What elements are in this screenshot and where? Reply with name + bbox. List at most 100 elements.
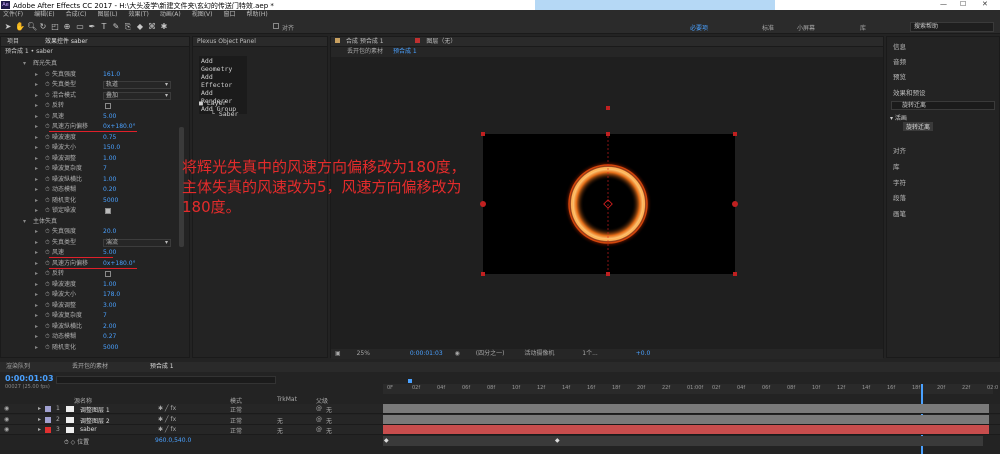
stopwatch-icon[interactable]: ⏱ xyxy=(45,185,50,196)
menu-item[interactable]: 视图(V) xyxy=(192,10,213,20)
property-value[interactable]: 5000 xyxy=(103,196,118,207)
plexus-panel-tab[interactable]: Plexus Object Panel xyxy=(193,37,327,47)
stopwatch-icon[interactable]: ⏱ xyxy=(45,175,50,186)
stopwatch-icon[interactable]: ⏱ xyxy=(45,133,50,144)
tab-layer[interactable]: 图层（无） xyxy=(426,38,456,45)
sub-property-value[interactable]: 960.0,540.0 xyxy=(155,437,191,444)
timeline-timecode[interactable]: 0:00:01:03 xyxy=(5,374,54,383)
text-tool-icon[interactable]: T xyxy=(100,22,108,31)
effect-property-row[interactable]: ▸ ⏱ 风速 5.00 xyxy=(1,112,183,123)
label-color-swatch[interactable] xyxy=(45,427,51,433)
effect-property-row[interactable]: ▸ ⏱ 噪波速度 1.00 xyxy=(1,280,183,291)
right-panel-item[interactable]: 预览 xyxy=(893,71,906,81)
preset-tree-item[interactable]: 旋转迁离 xyxy=(903,122,934,131)
menu-item[interactable]: 效果(T) xyxy=(129,10,149,20)
twirl-right-icon[interactable]: ▸ xyxy=(35,238,38,249)
keyframe-1[interactable]: ◆ xyxy=(384,437,389,444)
stopwatch-icon[interactable]: ⏱ xyxy=(45,301,50,312)
effect-property-row[interactable]: ▸ ⏱ 随机变化 5000 xyxy=(1,196,183,207)
workspace-essentials[interactable]: 必要项 xyxy=(690,23,708,32)
effect-property-row[interactable]: ▸ ⏱ 失真类型 湍流 ▾ xyxy=(1,238,183,249)
handle-tl[interactable] xyxy=(481,132,485,136)
parent-select[interactable]: 无 xyxy=(326,416,332,425)
property-checkbox[interactable] xyxy=(105,103,111,109)
zoom-tool-icon[interactable]: 🔍︎ xyxy=(27,22,37,31)
effect-property-row[interactable]: ▸ ⏱ 噪波纵横比 2.00 xyxy=(1,322,183,333)
comp-timecode[interactable]: 0:00:01:03 xyxy=(410,350,443,357)
layer-duration-bar[interactable] xyxy=(383,414,989,424)
timeline-search-input[interactable] xyxy=(56,376,276,384)
mask-tool-icon[interactable]: ▭ xyxy=(76,22,84,31)
property-value[interactable]: 2.00 xyxy=(103,322,116,333)
visibility-eye-icon[interactable]: ◉ xyxy=(4,416,9,423)
twirl-right-icon[interactable]: ▸ xyxy=(35,290,38,301)
selection-tool-icon[interactable]: ➤ xyxy=(4,22,12,31)
property-dropdown[interactable]: 叠加 ▾ xyxy=(103,91,171,100)
parent-select[interactable]: 无 xyxy=(326,405,332,414)
help-search-input[interactable]: 搜索帮助 xyxy=(910,22,994,32)
twirl-right-icon[interactable]: ▸ xyxy=(35,206,38,217)
rotate-tool-icon[interactable]: ↻ xyxy=(39,22,47,31)
layer-name[interactable]: 调整图层 1 xyxy=(80,405,110,414)
pickwhip-icon[interactable]: @ xyxy=(316,416,322,423)
eraser-tool-icon[interactable]: ◆ xyxy=(136,22,144,31)
twirl-right-icon[interactable]: ▸ xyxy=(35,227,38,238)
menu-item[interactable]: 编辑(E) xyxy=(34,10,54,20)
property-checkbox-checked[interactable] xyxy=(105,208,111,214)
layer-duration-bar[interactable] xyxy=(383,425,989,434)
preset-tree-group[interactable]: ▾ 活画 xyxy=(890,113,907,122)
handle-br[interactable] xyxy=(733,272,737,276)
effect-property-row[interactable]: ▸ ⏱ 混合模式 叠加 ▾ xyxy=(1,91,183,102)
timeline-layer-row[interactable]: ◉ ▸ 3 saber ✱ ╱ fx 正常 无 @ 无 xyxy=(0,425,1000,435)
effect-property-row[interactable]: ▸ ⏱ 噪波复杂度 7 xyxy=(1,311,183,322)
property-value[interactable]: 0.27 xyxy=(103,332,116,343)
twirl-right-icon[interactable]: ▸ xyxy=(35,112,38,123)
maximize-icon[interactable]: ☐ xyxy=(960,0,966,8)
twirl-right-icon[interactable]: ▸ xyxy=(35,259,38,270)
twirl-right-icon[interactable]: ▸ xyxy=(35,311,38,322)
twirl-right-icon[interactable]: ▸ xyxy=(35,332,38,343)
handle-bc[interactable] xyxy=(606,272,610,276)
property-value[interactable]: 1.00 xyxy=(103,154,116,165)
twirl-right-icon[interactable]: ▸ xyxy=(35,196,38,207)
property-checkbox[interactable] xyxy=(105,271,111,277)
tab-composition[interactable]: 合成 预合成 1 xyxy=(346,38,384,45)
zoom-select[interactable]: 25% xyxy=(357,350,370,357)
brush-tool-icon[interactable]: ✎ xyxy=(112,22,120,31)
stopwatch-icon[interactable]: ⏱ xyxy=(45,227,50,238)
close-icon[interactable]: ✕ xyxy=(982,0,988,8)
roto-tool-icon[interactable]: ⌘ xyxy=(148,22,156,31)
stopwatch-icon[interactable]: ⏱ xyxy=(45,101,50,112)
twirl-right-icon[interactable]: ▸ xyxy=(35,70,38,81)
twirl-right-icon[interactable]: ▸ xyxy=(38,405,41,412)
twirl-right-icon[interactable]: ▸ xyxy=(35,133,38,144)
stopwatch-icon[interactable]: ⏱ xyxy=(45,206,50,217)
effect-property-row[interactable]: ▸ ⏱ 风速 5.00 xyxy=(1,248,183,259)
stopwatch-icon[interactable]: ⏱ xyxy=(45,91,50,102)
exposure-value[interactable]: +0.0 xyxy=(636,350,651,357)
twirl-right-icon[interactable]: ▸ xyxy=(35,248,38,259)
effect-property-row[interactable]: ▸ ⏱ 风速方向偏移 0x+180.0° xyxy=(1,122,183,133)
workspace-standard[interactable]: 标准 xyxy=(762,23,774,32)
timeline-layer-row[interactable]: ◉ ▸ 2 调整图层 2 ✱ ╱ fx 正常 无 @ 无 xyxy=(0,414,1000,425)
mode-select[interactable]: 正常 xyxy=(230,426,242,435)
stopwatch-icon[interactable]: ⏱ xyxy=(45,238,50,249)
handle-bl[interactable] xyxy=(481,272,485,276)
handle-tr[interactable] xyxy=(733,132,737,136)
plexus-tree-layer[interactable]: ■ Layer xyxy=(199,99,226,107)
effect-property-row[interactable]: ▸ ⏱ 反转 xyxy=(1,101,183,112)
add-effector-item[interactable]: Add Effector xyxy=(201,73,245,89)
trkmat-select[interactable]: 无 xyxy=(277,426,283,435)
visibility-eye-icon[interactable]: ◉ xyxy=(4,426,9,433)
effect-property-row[interactable]: ▸ ⏱ 噪波复杂度 7 xyxy=(1,164,183,175)
twirl-right-icon[interactable]: ▸ xyxy=(35,175,38,186)
right-panel-item[interactable]: 字符 xyxy=(893,177,906,187)
effect-property-row[interactable]: ▸ ⏱ 噪波调整 3.00 xyxy=(1,301,183,312)
trkmat-select[interactable]: 无 xyxy=(277,416,283,425)
effect-property-row[interactable]: ▸ ⏱ 噪波大小 150.0 xyxy=(1,143,183,154)
timeline-layer-row[interactable]: ◉ ▸ 1 调整图层 1 ✱ ╱ fx 正常 @ 无 xyxy=(0,404,1000,414)
work-area-start[interactable] xyxy=(408,379,412,383)
align-checkbox[interactable] xyxy=(273,23,279,29)
right-panel-item[interactable]: 音频 xyxy=(893,56,906,66)
switches-icon[interactable]: ✱ ╱ fx xyxy=(158,416,176,423)
